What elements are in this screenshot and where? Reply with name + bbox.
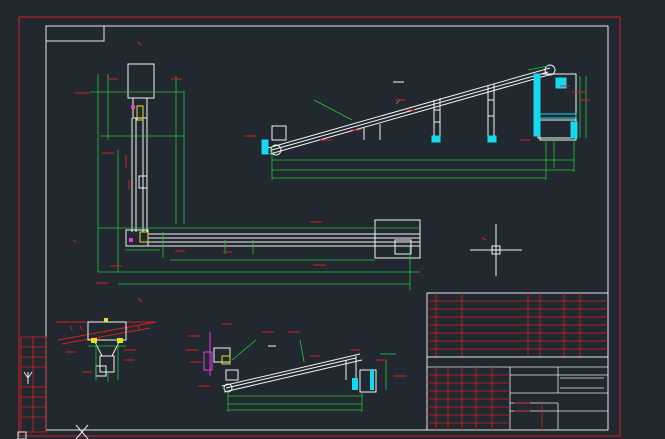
hopper-section [56, 318, 157, 382]
drawing-number-box [45, 25, 105, 42]
title-block [426, 292, 609, 431]
lower-conveyor-elevation [186, 323, 406, 412]
ucs-y-axis-icon [17, 371, 89, 439]
left-binding-strip [20, 336, 47, 433]
cad-drawing-canvas[interactable] [0, 0, 665, 439]
cursor-crosshair-icon [470, 224, 522, 276]
plan-view [72, 41, 421, 303]
inclined-conveyor-elevation [244, 64, 590, 180]
